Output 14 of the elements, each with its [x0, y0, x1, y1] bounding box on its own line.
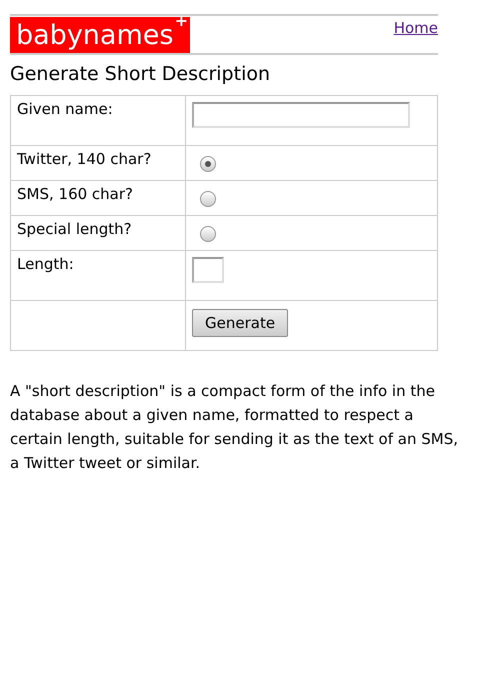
field-label: Given name:: [17, 100, 113, 118]
field-label: Twitter, 140 char?: [17, 150, 152, 168]
radio-button[interactable]: [200, 191, 216, 207]
field-label: SMS, 160 char?: [17, 185, 133, 203]
input-field[interactable]: [192, 257, 224, 283]
home-link[interactable]: Home: [394, 19, 438, 37]
description-text: A "short description" is a compact form of the info in the database about a given name, formatted to respect a certain length, suitable for sending it as the text of an SMS, a Twitter tweet or similar.: [10, 381, 459, 474]
generate-button[interactable]: Generate: [192, 309, 288, 337]
field-label: Special length?: [17, 220, 132, 238]
page-title: Generate Short Description: [10, 63, 272, 85]
field-label: Length:: [17, 255, 74, 273]
radio-button[interactable]: [200, 226, 216, 242]
input-field[interactable]: [192, 102, 410, 128]
radio-button[interactable]: [200, 156, 216, 172]
